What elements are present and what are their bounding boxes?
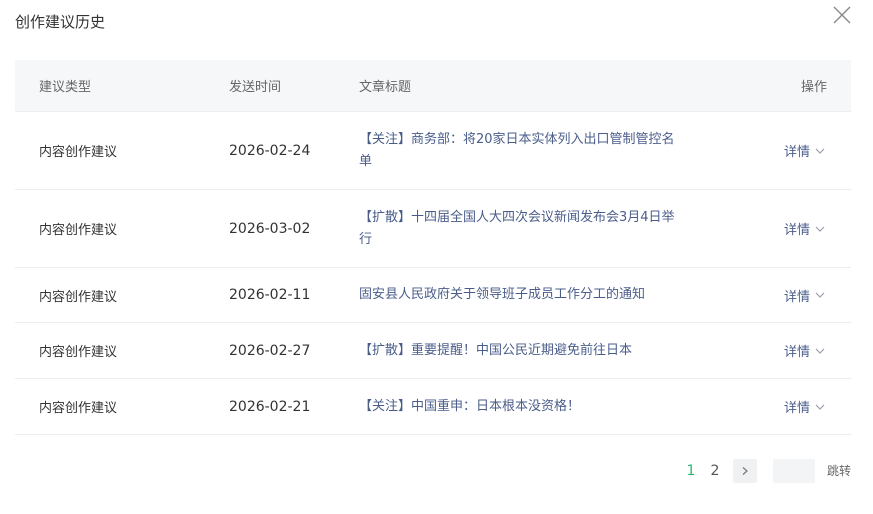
article-title-link[interactable]: 【扩散】十四届全国人大四次会议新闻发布会3月4日举行	[359, 207, 679, 251]
page-1-button[interactable]: 1	[685, 459, 697, 483]
detail-label: 详情	[783, 345, 810, 360]
table-row: 内容创作建议 2026-02-24 【关注】商务部：将20家日本实体列入出口管制…	[15, 112, 851, 190]
article-title-link[interactable]: 【扩散】重要提醒！中国公民近期避免前往日本	[359, 340, 679, 362]
article-title-link[interactable]: 【关注】中国重申：日本根本没资格！	[359, 396, 679, 418]
row-type: 内容创作建议	[39, 223, 118, 238]
detail-toggle[interactable]: 详情	[784, 397, 826, 416]
row-type: 内容创作建议	[39, 401, 118, 416]
row-date: 2026-02-24	[229, 142, 311, 159]
chevron-down-icon	[815, 226, 825, 232]
article-title-link[interactable]: 固安县人民政府关于领导班子成员工作分工的通知	[359, 284, 679, 306]
detail-label: 详情	[783, 289, 810, 305]
row-date: 2026-02-21	[229, 398, 311, 415]
row-date: 2026-03-02	[229, 220, 311, 237]
chevron-right-icon	[742, 467, 748, 475]
dialog-title: 创作建议历史	[15, 13, 106, 31]
table-row: 内容创作建议 2026-02-27 【扩散】重要提醒！中国公民近期避免前往日本 …	[15, 323, 851, 379]
detail-label: 详情	[783, 145, 810, 160]
detail-toggle[interactable]: 详情	[784, 341, 826, 360]
row-type: 内容创作建议	[39, 289, 118, 305]
close-icon[interactable]	[831, 4, 853, 26]
table-row: 内容创作建议 2026-02-21 【关注】中国重申：日本根本没资格！ 详情	[15, 379, 851, 435]
chevron-down-icon	[815, 148, 825, 154]
table-row: 内容创作建议 2026-03-02 【扩散】十四届全国人大四次会议新闻发布会3月…	[15, 190, 851, 268]
jump-button[interactable]: 跳转	[827, 459, 851, 483]
detail-label: 详情	[783, 223, 810, 238]
header-type: 建议类型	[39, 80, 92, 95]
chevron-down-icon	[815, 292, 825, 298]
article-title-link[interactable]: 【关注】商务部：将20家日本实体列入出口管制管控名单	[359, 129, 679, 173]
header-action: 操作	[800, 80, 827, 95]
row-type: 内容创作建议	[39, 145, 118, 160]
header-time: 发送时间	[229, 80, 282, 95]
history-dialog: 创作建议历史 建议类型 发送时间 文章标题 操作 内容创作建议 2026-02-…	[0, 0, 873, 514]
row-date: 2026-02-27	[229, 342, 311, 359]
detail-toggle[interactable]: 详情	[784, 286, 826, 305]
page-2-button[interactable]: 2	[709, 459, 721, 483]
jump-page-input[interactable]	[773, 459, 815, 483]
history-table: 建议类型 发送时间 文章标题 操作 内容创作建议 2026-02-24 【关注】…	[15, 60, 851, 435]
row-date: 2026-02-11	[229, 287, 311, 303]
table-header: 建议类型 发送时间 文章标题 操作	[15, 60, 851, 112]
chevron-down-icon	[815, 348, 825, 354]
detail-toggle[interactable]: 详情	[784, 141, 826, 160]
chevron-down-icon	[815, 404, 825, 410]
table-row: 内容创作建议 2026-02-11 固安县人民政府关于领导班子成员工作分工的通知…	[15, 268, 851, 323]
detail-label: 详情	[783, 401, 810, 416]
next-page-button[interactable]	[733, 459, 757, 483]
detail-toggle[interactable]: 详情	[784, 219, 826, 238]
row-type: 内容创作建议	[39, 345, 118, 360]
pagination: 1 2 跳转	[680, 459, 851, 483]
header-title: 文章标题	[359, 80, 412, 95]
